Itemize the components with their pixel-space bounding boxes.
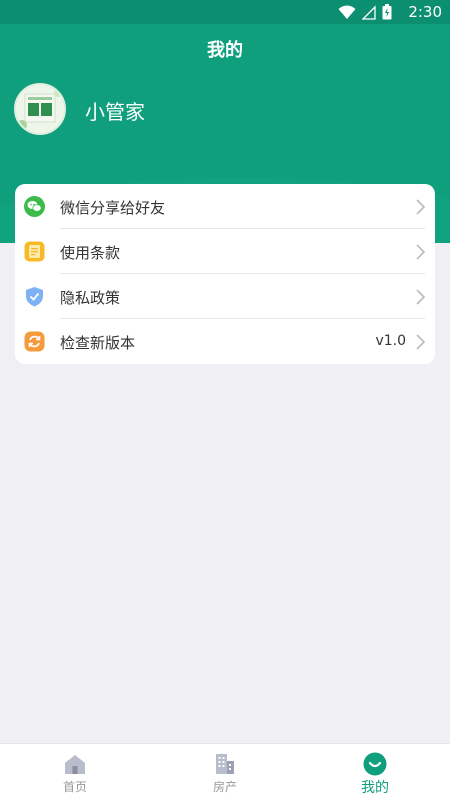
signal-icon [362, 4, 376, 20]
menu-item-privacy-policy[interactable]: 隐私政策 [15, 274, 435, 319]
page-title: 我的 [207, 40, 243, 61]
wechat-icon [24, 196, 45, 217]
bottom-tab-bar: 首页 房产 我的 [0, 743, 450, 800]
refresh-icon [24, 331, 45, 352]
home-icon [65, 755, 85, 774]
document-icon [24, 241, 45, 262]
chevron-right-icon [416, 289, 426, 305]
shield-icon [26, 287, 43, 307]
version-value: v1.0 [375, 333, 406, 349]
profile-smile-icon [363, 752, 387, 776]
menu-item-share-wechat[interactable]: 微信分享给好友 [15, 184, 435, 229]
tab-property[interactable]: 房产 [150, 744, 300, 800]
avatar-image [16, 85, 64, 133]
menu-item-check-update[interactable]: 检查新版本 v1.0 [15, 319, 435, 364]
avatar[interactable] [14, 83, 66, 135]
chevron-right-icon [416, 334, 426, 350]
username: 小管家 [85, 100, 145, 124]
menu-item-label: 微信分享给好友 [60, 199, 166, 217]
tab-label: 房产 [212, 780, 237, 794]
status-icons [338, 4, 392, 20]
wifi-icon [338, 5, 356, 19]
menu-item-label: 检查新版本 [60, 334, 136, 352]
menu-item-terms-of-use[interactable]: 使用条款 [15, 229, 435, 274]
building-icon [216, 754, 234, 774]
menu-item-label: 隐私政策 [60, 289, 121, 307]
tab-label: 我的 [361, 780, 389, 796]
tab-mine[interactable]: 我的 [300, 744, 450, 800]
status-time: 2:30 [408, 3, 442, 21]
chevron-right-icon [416, 199, 426, 215]
tab-home[interactable]: 首页 [0, 744, 150, 800]
battery-icon [382, 4, 392, 20]
status-bar: 2:30 [0, 0, 450, 24]
tab-label: 首页 [62, 780, 87, 794]
menu-item-label: 使用条款 [60, 244, 121, 262]
menu-card: 微信分享给好友 使用条款 隐私政策 检查新版本 v1.0 [15, 184, 435, 364]
chevron-right-icon [416, 244, 426, 260]
